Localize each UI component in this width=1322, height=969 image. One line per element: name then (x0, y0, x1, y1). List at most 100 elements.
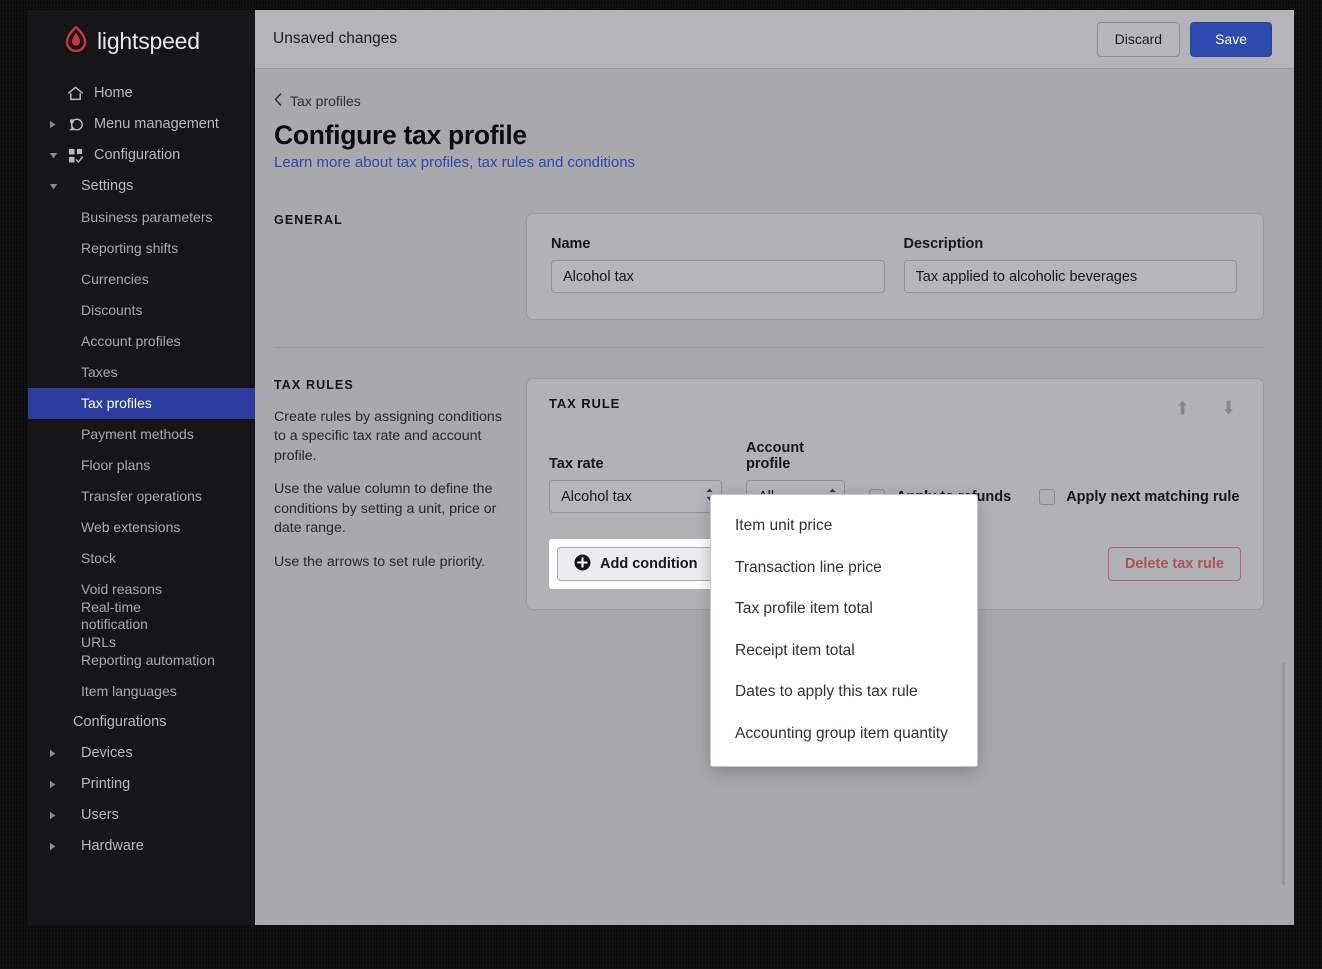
menu-item-receipt-item-total[interactable]: Receipt item total (711, 630, 977, 672)
tax-rate-select-wrap: Alcohol tax (549, 480, 722, 513)
sidebar: lightspeed Home Menu management Configur… (28, 10, 255, 925)
menu-item-transaction-line-price[interactable]: Transaction line price (711, 547, 977, 589)
arrow-down-icon[interactable] (1215, 396, 1241, 418)
name-label: Name (551, 236, 591, 252)
chevron-down-icon[interactable] (42, 152, 64, 160)
sidebar-item-discounts[interactable]: Discounts (28, 295, 255, 326)
page-title: Configure tax profile (274, 120, 527, 150)
tax-rules-kicker: TAX RULES (274, 378, 354, 392)
menu-item-item-unit-price[interactable]: Item unit price (711, 505, 977, 547)
sidebar-item-configurations[interactable]: Configurations (28, 707, 255, 738)
sidebar-item-printing[interactable]: Printing (28, 769, 255, 800)
breadcrumb[interactable]: Tax profiles (274, 93, 1264, 109)
sidebar-item-label: Account profiles (81, 333, 181, 350)
sidebar-item-home[interactable]: Home (28, 78, 255, 109)
sidebar-item-label: Real-time notification URLs (81, 599, 148, 650)
tax-rate-value: Alcohol tax (561, 488, 632, 505)
chevron-right-icon[interactable] (42, 120, 64, 129)
sidebar-item-label: Web extensions (81, 519, 181, 536)
sidebar-item-label: Configuration (94, 147, 181, 164)
sidebar-item-tax-profiles[interactable]: Tax profiles (28, 388, 255, 419)
vertical-scrollbar[interactable] (1282, 663, 1285, 885)
add-condition-label: Add condition (600, 556, 698, 572)
discard-button[interactable]: Discard (1096, 21, 1181, 57)
sidebar-item-currencies[interactable]: Currencies (28, 264, 255, 295)
tax-rules-help-line-3: Use the arrows to set rule priority. (274, 553, 486, 570)
chevron-right-icon[interactable] (42, 780, 64, 789)
sidebar-item-users[interactable]: Users (28, 800, 255, 831)
menu-item-tax-profile-item-total[interactable]: Tax profile item total (711, 588, 977, 630)
add-condition-dropdown-menu: Item unit price Transaction line price T… (710, 494, 978, 767)
sidebar-item-label: Configurations (73, 714, 167, 731)
arrow-up-icon[interactable] (1169, 396, 1195, 418)
apply-next-matching-rule-checkbox[interactable] (1039, 488, 1056, 505)
delete-tax-rule-button[interactable]: Delete tax rule (1107, 547, 1241, 581)
sidebar-item-reporting-shifts[interactable]: Reporting shifts (28, 233, 255, 264)
general-card: Name Description (526, 213, 1264, 320)
unsaved-changes-text: Unsaved changes (273, 30, 398, 47)
sidebar-item-item-languages[interactable]: Item languages (28, 676, 255, 707)
general-section: GENERAL Name Description (274, 205, 1264, 320)
sidebar-item-label: Reporting automation (81, 652, 215, 669)
sidebar-item-label: Home (94, 85, 133, 102)
tax-rules-section-header: TAX RULES Create rules by assigning cond… (274, 378, 526, 610)
sidebar-item-label: Taxes (81, 364, 118, 381)
brand-logo[interactable]: lightspeed (28, 10, 255, 72)
sidebar-item-configuration[interactable]: Configuration (28, 140, 255, 171)
chevron-right-icon[interactable] (42, 749, 64, 758)
learn-more-link[interactable]: Learn more about tax profiles, tax rules… (274, 154, 635, 171)
sidebar-item-floor-plans[interactable]: Floor plans (28, 450, 255, 481)
sidebar-item-payment-methods[interactable]: Payment methods (28, 419, 255, 450)
home-icon (64, 85, 86, 102)
sidebar-item-settings[interactable]: Settings (28, 171, 255, 202)
plus-circle-icon (574, 554, 591, 575)
chevron-down-icon[interactable] (42, 183, 64, 191)
sidebar-item-devices[interactable]: Devices (28, 738, 255, 769)
sidebar-item-label: Void reasons (81, 581, 162, 598)
sidebar-item-label: Discounts (81, 302, 143, 319)
main-area: Unsaved changes Discard Save Tax profile… (255, 10, 1294, 925)
sidebar-item-label: Floor plans (81, 457, 151, 474)
sidebar-item-hardware[interactable]: Hardware (28, 831, 255, 862)
menu-item-accounting-group-item-quantity[interactable]: Accounting group item quantity (711, 713, 977, 755)
description-input[interactable] (903, 260, 1237, 293)
tax-rate-label: Tax rate (549, 456, 604, 472)
sidebar-item-label: Item languages (81, 683, 177, 700)
sidebar-item-business-parameters[interactable]: Business parameters (28, 202, 255, 233)
save-button[interactable]: Save (1190, 21, 1272, 57)
configuration-icon (64, 147, 86, 164)
breadcrumb-label: Tax profiles (290, 93, 361, 109)
sidebar-item-transfer-operations[interactable]: Transfer operations (28, 481, 255, 512)
sidebar-nav: Home Menu management Configuration Setti… (28, 72, 255, 862)
tax-rate-select[interactable]: Alcohol tax (549, 480, 722, 513)
sidebar-item-reporting-automation[interactable]: Reporting automation (28, 645, 255, 676)
app-window: lightspeed Home Menu management Configur… (28, 10, 1294, 925)
sidebar-item-web-extensions[interactable]: Web extensions (28, 512, 255, 543)
sidebar-item-label: Users (81, 807, 119, 824)
unsaved-changes-bar: Unsaved changes Discard Save (255, 10, 1294, 69)
sidebar-item-label: Menu management (94, 116, 219, 133)
sidebar-item-label: Printing (81, 776, 131, 793)
add-condition-button[interactable]: Add condition (557, 547, 715, 581)
apply-next-matching-rule-checkbox-row[interactable]: Apply next matching rule (1039, 480, 1239, 513)
menu-item-dates-to-apply-this-tax-rule[interactable]: Dates to apply this tax rule (711, 671, 977, 713)
tax-rules-help-line-2: Use the value column to define the condi… (274, 481, 497, 537)
sidebar-item-taxes[interactable]: Taxes (28, 357, 255, 388)
tax-rules-help: Create rules by assigning conditions to … (274, 408, 512, 572)
description-label: Description (903, 236, 984, 252)
sidebar-item-label: Hardware (81, 838, 144, 855)
sidebar-item-label: Payment methods (81, 426, 194, 443)
sidebar-item-stock[interactable]: Stock (28, 543, 255, 574)
section-divider (274, 347, 1264, 348)
chevron-right-icon[interactable] (42, 811, 64, 820)
sidebar-item-realtime-notification-urls[interactable]: Real-time notification URLs (28, 599, 255, 649)
sidebar-item-account-profiles[interactable]: Account profiles (28, 326, 255, 357)
account-profile-label: Account profile (746, 440, 804, 472)
sidebar-item-label: Currencies (81, 271, 149, 288)
apply-next-matching-rule-label: Apply next matching rule (1066, 488, 1240, 505)
sidebar-item-menu-management[interactable]: Menu management (28, 109, 255, 140)
chevron-right-icon[interactable] (42, 842, 64, 851)
name-input[interactable] (551, 260, 885, 293)
chevron-left-icon (274, 93, 282, 109)
flame-logo-icon (64, 24, 88, 57)
